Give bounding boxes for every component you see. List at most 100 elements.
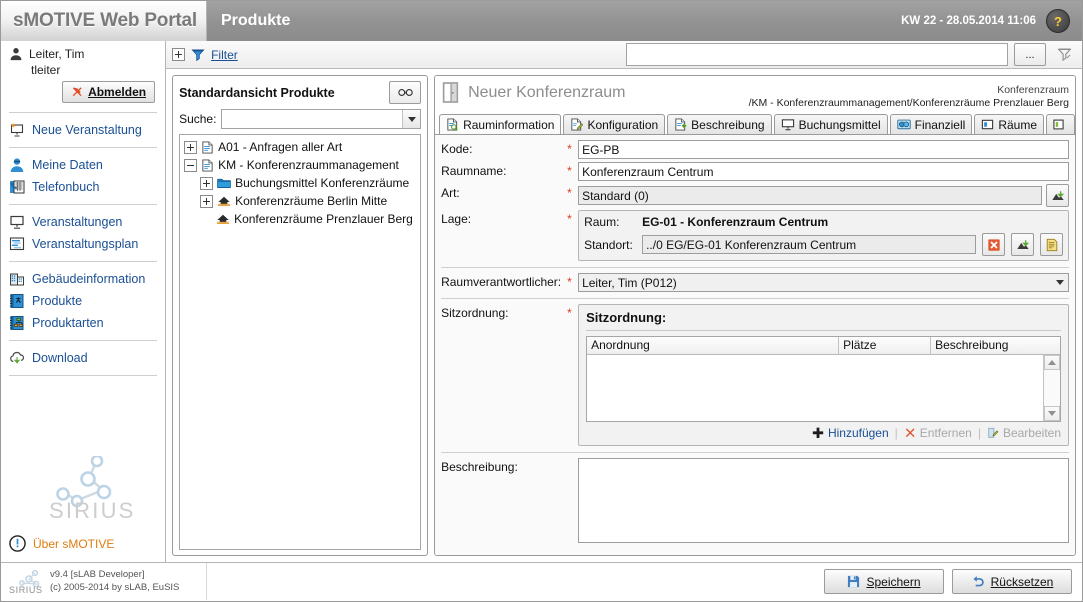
search-box [221, 109, 422, 129]
body-row: Leiter, Tim tleiter Abmelden Neue Verans… [1, 41, 1082, 562]
art-select-button[interactable] [1046, 184, 1069, 208]
save-button[interactable]: Speichern [824, 569, 944, 594]
room-icon [217, 195, 231, 207]
tab-raeume[interactable]: Räume [974, 114, 1044, 135]
about-smotive-link[interactable]: Über sMOTIVE [9, 535, 114, 552]
scroll-down-icon[interactable] [1044, 406, 1060, 422]
sidebar-item-label: Download [32, 351, 88, 365]
nav-divider [9, 112, 158, 113]
tree-node-berlin-mitte[interactable]: Konferenzräume Berlin Mitte [180, 192, 420, 210]
filter-expand-toggle[interactable] [172, 48, 186, 61]
form-divider [441, 267, 1069, 269]
sidebar-item-veranstaltungen[interactable]: Veranstaltungen [1, 211, 165, 233]
required-marker: * [567, 142, 572, 157]
filter-toolbar: Filter ... [166, 41, 1082, 69]
tab-more[interactable] [1046, 114, 1075, 135]
search-dropdown-button[interactable] [402, 110, 421, 128]
lage-raum-row: Raum: EG-01 - Konferenzraum Centrum [584, 215, 1063, 229]
field-label: Lage: [441, 212, 472, 227]
tree-expand-toggle[interactable] [200, 176, 214, 190]
raumverantwortlicher-select[interactable]: Leiter, Tim (P012) [578, 273, 1069, 293]
tree-node-a01[interactable]: A01 - Anfragen aller Art [180, 138, 420, 156]
sidebar-item-label: Veranstaltungen [32, 215, 123, 229]
beschreibung-textarea[interactable] [578, 458, 1069, 544]
lage-standort-input[interactable] [642, 235, 976, 255]
breadcrumb-line1: Konferenzraum [997, 84, 1069, 96]
tree-expand-toggle[interactable] [200, 194, 214, 208]
lage-raum-value: EG-01 - Konferenzraum Centrum [642, 215, 829, 230]
footer-version-block: v9.4 [sLAB Developer] (c) 2005-2014 by s… [50, 569, 179, 594]
column-header-anordnung: Anordnung [587, 337, 840, 355]
filter-browse-button[interactable]: ... [1014, 43, 1046, 66]
tab-finanziell[interactable]: Finanziell [889, 114, 973, 135]
sidebar-item-produktarten[interactable]: Produktarten [1, 312, 165, 334]
field-lage: Lage: * Raum: EG-01 - Konferenzraum Cent… [441, 210, 1069, 262]
filter-clear-icon[interactable] [1052, 44, 1076, 66]
tree-body[interactable]: A01 - Anfragen aller Art KM - Konferenzr… [179, 134, 422, 550]
lage-select-button[interactable] [1011, 233, 1034, 257]
sidebar-item-label: Veranstaltungsplan [32, 237, 139, 251]
tab-rauminformation[interactable]: Rauminformation [439, 114, 562, 135]
lage-document-button[interactable] [1040, 233, 1063, 257]
sidebar-item-meine-daten[interactable]: Meine Daten [1, 154, 165, 176]
column-header-plaetze: Plätze [839, 337, 932, 355]
download-cloud-icon [9, 350, 25, 366]
user-login: tleiter [31, 63, 61, 77]
plus-icon [812, 427, 824, 439]
raumname-input[interactable] [578, 162, 1069, 182]
finance-icon [896, 118, 911, 131]
remove-button[interactable]: Entfernen [904, 426, 972, 440]
nav-group-5: Download [1, 346, 165, 370]
lage-clear-button[interactable] [982, 233, 1005, 257]
reset-button[interactable]: Rücksetzen [952, 569, 1072, 594]
table-vertical-scrollbar[interactable] [1043, 355, 1060, 422]
column-header-beschreibung: Beschreibung [935, 338, 1009, 353]
field-raumname: Raumname: * [441, 162, 1069, 182]
nav-divider [9, 261, 158, 262]
add-label: Hinzufügen [827, 426, 889, 441]
footer-left: SIRIUS v9.4 [sLAB Developer] (c) 2005-20… [1, 563, 207, 600]
sidebar-item-neue-veranstaltung[interactable]: Neue Veranstaltung [1, 119, 165, 141]
search-input[interactable] [222, 111, 403, 127]
add-button[interactable]: Hinzufügen [812, 426, 889, 440]
table-body[interactable] [587, 355, 1060, 422]
tree-node-km[interactable]: KM - Konferenzraummanagement [180, 156, 420, 174]
kode-input[interactable] [578, 140, 1069, 160]
tree-title: Standardansicht Produkte [179, 85, 335, 100]
sidebar-item-label: Gebäudeinformation [32, 272, 146, 286]
more-tab-icon [1053, 118, 1064, 131]
action-separator: | [977, 426, 981, 441]
sirius-watermark: SIRIUS [1, 456, 165, 546]
sitzordnung-table: Anordnung Plätze Beschreibung [586, 336, 1061, 423]
sidebar-item-telefonbuch[interactable]: Telefonbuch [1, 176, 165, 198]
nav-group-2: Meine Daten Telefonbuch [1, 153, 165, 199]
tab-buchungsmittel[interactable]: Buchungsmittel [773, 114, 888, 135]
sidebar-item-download[interactable]: Download [1, 347, 165, 369]
art-input[interactable] [578, 186, 1042, 206]
field-label: Art: [441, 186, 460, 201]
required-marker: * [567, 186, 572, 201]
sidebar-item-produkte[interactable]: Produkte [1, 290, 165, 312]
user-icon [9, 157, 25, 173]
sidebar-item-gebaeudeinformation[interactable]: Gebäudeinformation [1, 268, 165, 290]
sidebar: Leiter, Tim tleiter Abmelden Neue Verans… [1, 41, 167, 562]
tab-label: Rauminformation [463, 117, 555, 132]
tree-node-buchungsmittel[interactable]: Buchungsmittel Konferenzräume [180, 174, 420, 192]
sidebar-item-veranstaltungsplan[interactable]: Veranstaltungsplan [1, 233, 165, 255]
field-beschreibung: Beschreibung: [441, 458, 1069, 544]
binoculars-icon[interactable] [389, 81, 422, 104]
tab-konfiguration[interactable]: Konfiguration [563, 114, 666, 135]
rooms-icon [981, 118, 994, 131]
tree-collapse-toggle[interactable] [184, 158, 198, 172]
filter-label[interactable]: Filter [211, 48, 238, 62]
tab-beschreibung[interactable]: Beschreibung [667, 114, 772, 135]
tree-node-prenzlauer-berg[interactable]: Konferenzräume Prenzlauer Berg [180, 210, 420, 228]
required-marker: * [567, 164, 572, 179]
tree-expand-toggle[interactable] [184, 140, 198, 154]
filter-input[interactable] [625, 43, 1008, 66]
scroll-up-icon[interactable] [1044, 355, 1060, 371]
edit-button[interactable]: Bearbeiten [987, 426, 1061, 440]
room-icon [216, 213, 230, 225]
logout-button[interactable]: Abmelden [62, 81, 156, 103]
help-icon[interactable]: ? [1046, 9, 1070, 33]
